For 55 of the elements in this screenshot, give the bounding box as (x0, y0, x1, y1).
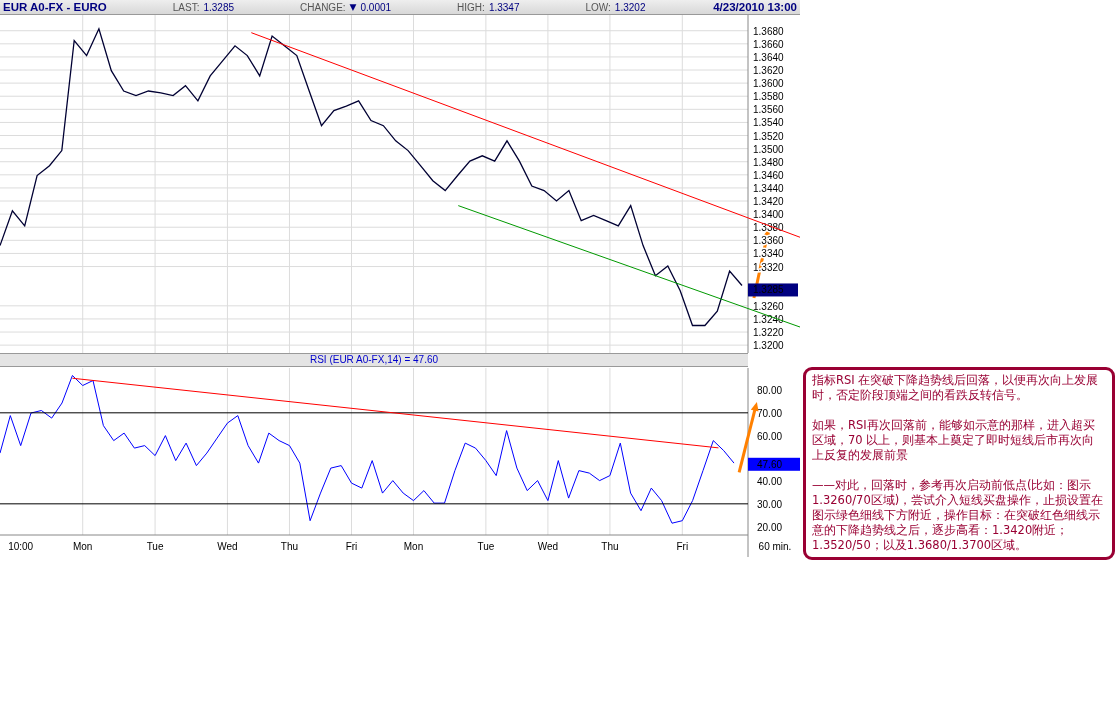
axis-label: 1.3600 (753, 78, 784, 90)
current-price-tag: 1.3285 (748, 283, 798, 297)
axis-label: 1.3680 (753, 25, 784, 37)
axis-label: 1.3520 (753, 130, 784, 142)
axis-label: 1.3660 (753, 38, 784, 50)
change-value: 0.0001 (360, 1, 392, 13)
axis-label: Tue (477, 541, 495, 552)
high-label: HIGH: (457, 1, 485, 13)
note-paragraph: ——对此，回落时，参考再次启动前低点(比如：图示1.3260/70区域)，尝试介入短线买盘操作，止损设置在图示绿色细线下方附近，操作目标：在突破红色细线示意的下降趋势线之后，逐步高看：1.3420附近；1.3520/50；以及1.3680/1.3700区域。 (812, 478, 1105, 553)
axis-label: Fri (345, 541, 358, 552)
axis-label: Mon (403, 541, 424, 552)
axis-label: 1.3500 (753, 143, 784, 155)
axis-label: Tue (146, 541, 164, 552)
axis-label: Thu (601, 541, 619, 552)
trend-arrow (737, 401, 759, 473)
axis-label: 1.3260 (753, 300, 784, 312)
axis-label: 1.3620 (753, 65, 784, 76)
interval-label: 60 min. (758, 541, 792, 552)
axis-label: Fri (676, 541, 689, 552)
axis-label: 20.00 (757, 521, 783, 533)
axis-label: 40.00 (757, 476, 783, 488)
axis-label: Thu (280, 541, 299, 552)
change-label: CHANGE: (300, 1, 346, 13)
axis-label: 1.3560 (753, 104, 784, 116)
axis-label: Mon (73, 541, 93, 552)
axis-label: 60.00 (757, 430, 783, 442)
note-paragraph: 如果，RSI再次回落前，能够如示意的那样，进入超买区域，70 以上，则基本上奠定了即时短线后市再次向上反复的发展前景 (812, 418, 1096, 463)
axis-label: 1.3440 (753, 182, 784, 194)
axis-label: 10:00 (8, 541, 34, 552)
symbol-title: EUR A0-FX - EURO (3, 1, 107, 13)
indicator-title: RSI (EUR A0-FX,14) = 47.60 (309, 354, 439, 366)
last-value: 1.3285 (203, 1, 234, 13)
last-label: LAST: (172, 1, 200, 13)
date-time: 4/23/2010 13:00 (713, 1, 797, 13)
high-value: 1.3347 (488, 1, 520, 13)
axis-label: 80.00 (757, 385, 783, 397)
axis-label: 1.3240 (753, 313, 784, 325)
axis-label: 1.3400 (753, 209, 784, 221)
axis-label: 1.3580 (753, 91, 784, 103)
axis-label: 30.00 (757, 498, 783, 510)
axis-label: 1.3540 (753, 117, 784, 129)
current-value-tag: 47.60 (748, 457, 800, 471)
axis-label: 70.00 (757, 407, 783, 419)
axis-label: 1.3220 (753, 327, 784, 339)
axis-label: 1.3200 (753, 340, 784, 352)
note-paragraph: 指标RSI 在突破下降趋势线后回落，以便再次向上发展时，否定阶段顶端之间的看跌反转信号。 (812, 373, 1100, 403)
axis-label: 1.3420 (753, 196, 784, 208)
axis-label: 1.3640 (753, 51, 784, 63)
down-triangle-icon: ▼ (349, 2, 357, 12)
low-value: 1.3202 (614, 1, 646, 13)
axis-label: 1.3460 (753, 169, 784, 181)
axis-label: Wed (217, 541, 238, 552)
axis-label: Wed (537, 541, 559, 552)
axis-label: 1.3480 (753, 156, 784, 168)
low-label: LOW: (585, 1, 611, 13)
